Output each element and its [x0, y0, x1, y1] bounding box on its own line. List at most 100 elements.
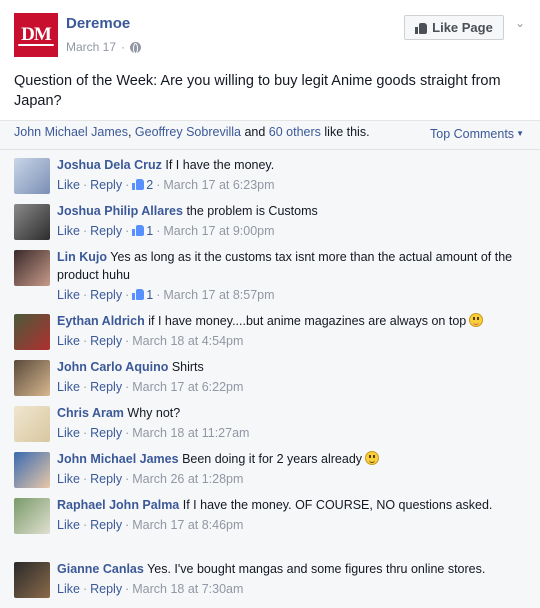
- commenter-name-link[interactable]: Chris Aram: [57, 406, 124, 420]
- comment-body: John Michael James Been doing it for 2 y…: [57, 450, 527, 488]
- comment-like-link[interactable]: Like: [57, 426, 80, 440]
- post-date[interactable]: March 17: [66, 40, 116, 54]
- thumbs-up-icon: [415, 22, 428, 34]
- comment-reply-link[interactable]: Reply: [90, 518, 122, 532]
- comment-timestamp[interactable]: March 17 at 8:46pm: [132, 518, 243, 532]
- comments-list: Joshua Dela Cruz If I have the money. Lik…: [0, 150, 540, 608]
- comment-timestamp[interactable]: March 26 at 1:28pm: [132, 472, 243, 486]
- action-separator: ·: [156, 178, 161, 192]
- comment-text: Been doing it for 2 years already: [182, 452, 363, 466]
- commenter-avatar[interactable]: [14, 360, 50, 396]
- comment-reply-link[interactable]: Reply: [90, 380, 122, 394]
- commenter-name-link[interactable]: Lin Kujo: [57, 250, 107, 264]
- comment-text: If I have the money. OF COURSE, NO quest…: [182, 498, 493, 512]
- comment-timestamp[interactable]: March 18 at 4:54pm: [132, 334, 243, 348]
- like-count-value: 1: [146, 224, 154, 238]
- action-separator: ·: [125, 582, 130, 596]
- comment-actions: Like · Reply · 2 · March 17 at 6:23pm: [57, 176, 527, 194]
- comment-like-link[interactable]: Like: [57, 224, 80, 238]
- action-separator: ·: [125, 518, 130, 532]
- comment-text: If I have the money.: [165, 158, 275, 172]
- comment-actions: Like · Reply · 1 · March 17 at 9:00pm: [57, 222, 527, 240]
- comment-reply-link[interactable]: Reply: [90, 472, 122, 486]
- commenter-name-link[interactable]: Joshua Philip Allares: [57, 204, 183, 218]
- commenter-avatar[interactable]: [14, 562, 50, 598]
- comment-body: Joshua Dela Cruz If I have the money. Lik…: [57, 156, 527, 194]
- comment-body: Gianne Canlas Yes. I've bought mangas an…: [57, 560, 527, 598]
- comment-actions: Like · Reply · March 17 at 6:22pm: [57, 378, 527, 396]
- comment-like-link[interactable]: Like: [57, 472, 80, 486]
- meta-separator: ·: [121, 40, 126, 54]
- commenter-avatar[interactable]: [14, 158, 50, 194]
- comment-like-link[interactable]: Like: [57, 288, 80, 302]
- likes-and: and: [240, 125, 269, 139]
- comment-timestamp[interactable]: March 17 at 9:00pm: [163, 224, 274, 238]
- globe-icon: [130, 41, 142, 54]
- comment-reply-link[interactable]: Reply: [90, 334, 122, 348]
- page-name-link[interactable]: Deremoe: [66, 15, 130, 32]
- comment-timestamp[interactable]: March 17 at 6:22pm: [132, 380, 243, 394]
- commenter-avatar[interactable]: [14, 204, 50, 240]
- commenter-avatar[interactable]: [14, 314, 50, 350]
- comment-reply-link[interactable]: Reply: [90, 224, 122, 238]
- comment-body: Eythan Aldrich if I have money....but an…: [57, 312, 527, 350]
- action-separator: ·: [82, 518, 88, 532]
- commenter-name-link[interactable]: John Carlo Aquino: [57, 360, 168, 374]
- comment-timestamp[interactable]: March 18 at 7:30am: [132, 582, 243, 596]
- commenter-name-link[interactable]: Gianne Canlas: [57, 562, 144, 576]
- like-page-button[interactable]: Like Page: [404, 15, 504, 40]
- action-separator: ·: [82, 178, 88, 192]
- commenter-avatar[interactable]: [14, 250, 50, 286]
- comment-like-count[interactable]: 2: [132, 178, 153, 192]
- action-separator: ·: [125, 380, 130, 394]
- comment-actions: Like · Reply · March 18 at 4:54pm: [57, 332, 527, 350]
- others-link[interactable]: 60 others: [269, 125, 321, 139]
- comment-line: Chris Aram Why not?: [57, 404, 527, 422]
- comment-text: Yes as long as it the customs tax isnt m…: [57, 250, 513, 282]
- comment-like-link[interactable]: Like: [57, 582, 80, 596]
- commenter-avatar[interactable]: [14, 498, 50, 534]
- liker-link-1[interactable]: John Michael James: [14, 125, 128, 139]
- comment-reply-link[interactable]: Reply: [90, 426, 122, 440]
- comment-timestamp[interactable]: March 17 at 6:23pm: [163, 178, 274, 192]
- commenter-name-link[interactable]: Joshua Dela Cruz: [57, 158, 162, 172]
- comment-reply-link[interactable]: Reply: [90, 582, 122, 596]
- like-thumb-icon: [132, 224, 145, 236]
- top-comments-dropdown[interactable]: Top Comments ▼: [430, 127, 524, 141]
- comment-like-link[interactable]: Like: [57, 334, 80, 348]
- commenter-name-link[interactable]: John Michael James: [57, 452, 179, 466]
- post-header: DM Deremoe March 17 · Like Page ⌄ Questi…: [0, 0, 540, 120]
- comment-like-link[interactable]: Like: [57, 518, 80, 532]
- action-separator: ·: [156, 224, 161, 238]
- commenter-name-link[interactable]: Raphael John Palma: [57, 498, 179, 512]
- comment-line: Raphael John Palma If I have the money. …: [57, 496, 527, 514]
- smile-emoticon-icon: [365, 451, 380, 465]
- comment-body: Raphael John Palma If I have the money. …: [57, 496, 527, 534]
- like-thumb-icon: [132, 178, 145, 190]
- comment-timestamp[interactable]: March 17 at 8:57pm: [163, 288, 274, 302]
- action-separator: ·: [125, 426, 130, 440]
- comment-timestamp[interactable]: March 18 at 11:27am: [132, 426, 249, 440]
- post-text: Question of the Week: Are you willing to…: [14, 73, 501, 109]
- commenter-avatar[interactable]: [14, 406, 50, 442]
- comment-text: the problem is Customs: [186, 204, 318, 218]
- comment-line: John Michael James Been doing it for 2 y…: [57, 450, 527, 468]
- commenter-name-link[interactable]: Eythan Aldrich: [57, 314, 145, 328]
- action-separator: ·: [125, 178, 130, 192]
- comment-like-link[interactable]: Like: [57, 178, 80, 192]
- action-separator: ·: [125, 472, 130, 486]
- liker-link-2[interactable]: Geoffrey Sobrevilla: [135, 125, 241, 139]
- chevron-down-icon[interactable]: ⌄: [515, 16, 525, 30]
- comment-line: Joshua Dela Cruz If I have the money.: [57, 156, 527, 174]
- comment-like-count[interactable]: 1: [132, 288, 153, 302]
- comment-text: Shirts: [171, 360, 204, 374]
- comment-reply-link[interactable]: Reply: [90, 178, 122, 192]
- page-logo[interactable]: DM: [14, 13, 58, 57]
- comment-like-link[interactable]: Like: [57, 380, 80, 394]
- likes-comma: ,: [127, 125, 135, 139]
- comment-reply-link[interactable]: Reply: [90, 288, 122, 302]
- commenter-avatar[interactable]: [14, 452, 50, 488]
- comment-line: Gianne Canlas Yes. I've bought mangas an…: [57, 560, 527, 578]
- comment-like-count[interactable]: 1: [132, 224, 153, 238]
- action-separator: ·: [156, 288, 161, 302]
